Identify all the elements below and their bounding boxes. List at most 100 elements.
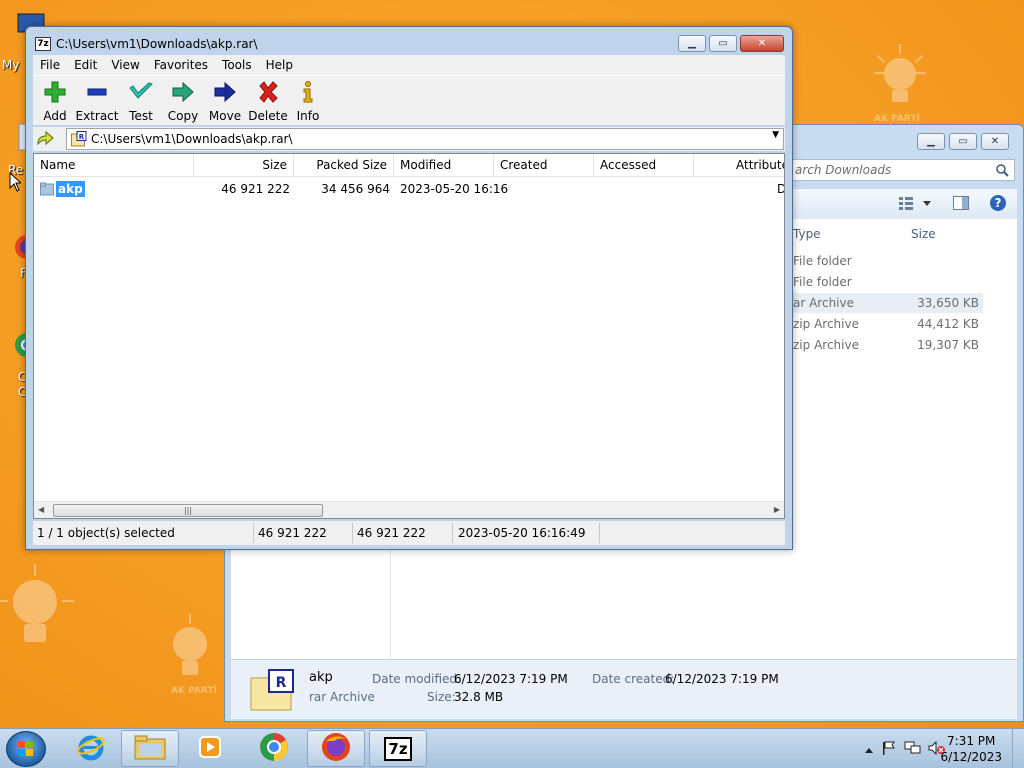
clock-date: 6/12/2023 xyxy=(940,750,1002,764)
date-created-label: Date created: xyxy=(592,672,675,686)
rar-file-icon: R xyxy=(249,668,295,715)
details-file-name: akp xyxy=(309,670,333,685)
column-header-type[interactable]: Type xyxy=(793,227,821,241)
show-desktop-button[interactable] xyxy=(1012,729,1024,768)
extract-button[interactable]: Extract xyxy=(75,80,119,123)
scroll-left-icon[interactable]: ◀ xyxy=(38,505,44,514)
search-icon[interactable] xyxy=(996,163,1009,183)
test-label: Test xyxy=(129,109,153,123)
taskbar-7zip[interactable]: 7z xyxy=(369,730,427,767)
7zip-icon-text: 7z xyxy=(388,739,408,758)
preview-pane-icon[interactable] xyxy=(953,196,969,213)
up-folder-icon[interactable] xyxy=(36,130,56,151)
menu-help[interactable]: Help xyxy=(259,58,300,72)
add-button[interactable]: Add xyxy=(33,80,77,123)
status-bar: 1 / 1 object(s) selected 46 921 222 46 9… xyxy=(33,521,785,545)
toolbar: Add Extract Test Copy Move Delete Info xyxy=(33,75,785,125)
search-placeholder: arch Downloads xyxy=(795,163,892,177)
minimize-button[interactable]: ▁ xyxy=(917,133,945,150)
path-combobox[interactable]: R C:\Users\vm1\Downloads\akp.rar\ ▼ xyxy=(66,128,784,150)
action-center-flag-icon[interactable] xyxy=(882,741,896,758)
menu-edit[interactable]: Edit xyxy=(67,58,104,72)
taskbar-internet-explorer[interactable] xyxy=(62,730,120,767)
akp-bulb-logo: AK PARTİ xyxy=(860,40,940,124)
copy-label: Copy xyxy=(167,109,199,123)
info-icon xyxy=(296,80,320,104)
details-file-type: rar Archive xyxy=(309,690,375,704)
maximize-button[interactable]: ▭ xyxy=(709,35,737,52)
status-modified: 2023-05-20 16:16:49 xyxy=(458,526,586,540)
taskbar-media-player[interactable] xyxy=(181,730,239,767)
delete-button[interactable]: Delete xyxy=(246,80,290,123)
7zip-file-manager-window[interactable]: 7z C:\Users\vm1\Downloads\akp.rar\ ▁ ▭ ✕… xyxy=(25,26,793,550)
menu-bar: File Edit View Favorites Tools Help xyxy=(33,55,785,75)
file-size: 44,412 KB xyxy=(917,317,979,331)
scrollbar-thumb[interactable]: ||| xyxy=(53,504,323,517)
svg-text:?: ? xyxy=(995,196,1002,210)
network-icon[interactable] xyxy=(904,741,922,758)
column-header-size[interactable]: Size xyxy=(194,154,294,176)
start-button[interactable] xyxy=(6,731,46,767)
path-text: C:\Users\vm1\Downloads\akp.rar\ xyxy=(91,132,293,146)
horizontal-scrollbar[interactable]: ◀ ||| ▶ xyxy=(34,501,784,518)
file-row[interactable]: File folder xyxy=(793,272,983,292)
column-header-modified[interactable]: Modified xyxy=(394,154,494,176)
svg-text:R: R xyxy=(79,133,85,141)
rar-archive-icon: R xyxy=(71,131,87,150)
menu-favorites[interactable]: Favorites xyxy=(147,58,215,72)
file-row[interactable]: File folder xyxy=(793,251,983,271)
watermark-text: AK PARTİ xyxy=(874,114,920,124)
date-modified-value: 6/12/2023 7:19 PM xyxy=(454,672,568,686)
view-options-icon[interactable] xyxy=(899,196,933,213)
menu-tools[interactable]: Tools xyxy=(215,58,259,72)
file-size: 46 921 222 xyxy=(221,182,290,196)
column-header-size[interactable]: Size xyxy=(911,227,936,241)
status-selection: 1 / 1 object(s) selected xyxy=(37,526,175,540)
table-row-selected[interactable]: akp 46 921 222 34 456 964 2023-05-20 16:… xyxy=(34,180,784,198)
window-title: C:\Users\vm1\Downloads\akp.rar\ xyxy=(56,37,258,51)
file-type: File folder xyxy=(793,254,852,268)
taskbar-firefox[interactable] xyxy=(307,730,365,767)
file-modified: 2023-05-20 16:16 xyxy=(400,182,509,196)
taskbar-file-explorer[interactable] xyxy=(121,730,179,767)
window-controls: ▁ ▭ ✕ xyxy=(678,35,784,52)
move-button[interactable]: Move xyxy=(203,80,247,123)
7zip-app-icon[interactable]: 7z xyxy=(35,37,51,51)
close-button[interactable]: ✕ xyxy=(981,133,1009,150)
column-header-created[interactable]: Created xyxy=(494,154,594,176)
windows-logo-icon xyxy=(18,741,33,756)
minimize-button[interactable]: ▁ xyxy=(678,35,706,52)
column-header-name[interactable]: Name xyxy=(34,154,194,176)
watermark-text: AK PARTİ xyxy=(171,686,217,696)
scroll-right-icon[interactable]: ▶ xyxy=(774,505,780,514)
column-header-accessed[interactable]: Accessed xyxy=(594,154,694,176)
taskbar-chrome[interactable] xyxy=(245,730,303,767)
file-packed-size: 34 456 964 xyxy=(321,182,390,196)
close-button[interactable]: ✕ xyxy=(740,35,784,52)
search-input[interactable]: arch Downloads xyxy=(790,159,1015,181)
file-row-selected[interactable]: ar Archive 33,650 KB xyxy=(793,293,983,313)
show-hidden-icons-icon[interactable] xyxy=(864,743,874,757)
arrow-right-icon xyxy=(213,80,237,104)
copy-button[interactable]: Copy xyxy=(161,80,205,123)
file-list-view[interactable]: Name Size Packed Size Modified Created A… xyxy=(33,153,785,519)
menu-view[interactable]: View xyxy=(104,58,146,72)
chevron-down-icon[interactable]: ▼ xyxy=(772,130,779,140)
add-label: Add xyxy=(43,109,67,123)
delete-label: Delete xyxy=(248,109,288,123)
size-value: 32.8 MB xyxy=(454,690,504,704)
file-type: zip Archive xyxy=(793,338,859,352)
file-type: File folder xyxy=(793,275,852,289)
column-header-packed-size[interactable]: Packed Size xyxy=(294,154,394,176)
menu-file[interactable]: File xyxy=(33,58,67,72)
column-header-attributes[interactable]: Attribute xyxy=(694,154,784,176)
maximize-button[interactable]: ▭ xyxy=(949,133,977,150)
test-button[interactable]: Test xyxy=(119,80,163,123)
file-row[interactable]: zip Archive 19,307 KB xyxy=(793,335,983,355)
help-icon[interactable]: ? xyxy=(989,194,1007,215)
akp-bulb-logo: AK PARTİ xyxy=(155,610,225,696)
file-row[interactable]: zip Archive 44,412 KB xyxy=(793,314,983,334)
info-button[interactable]: Info xyxy=(286,80,330,123)
system-clock[interactable]: 7:31 PM 6/12/2023 xyxy=(940,733,1002,765)
file-name: akp xyxy=(56,181,85,197)
